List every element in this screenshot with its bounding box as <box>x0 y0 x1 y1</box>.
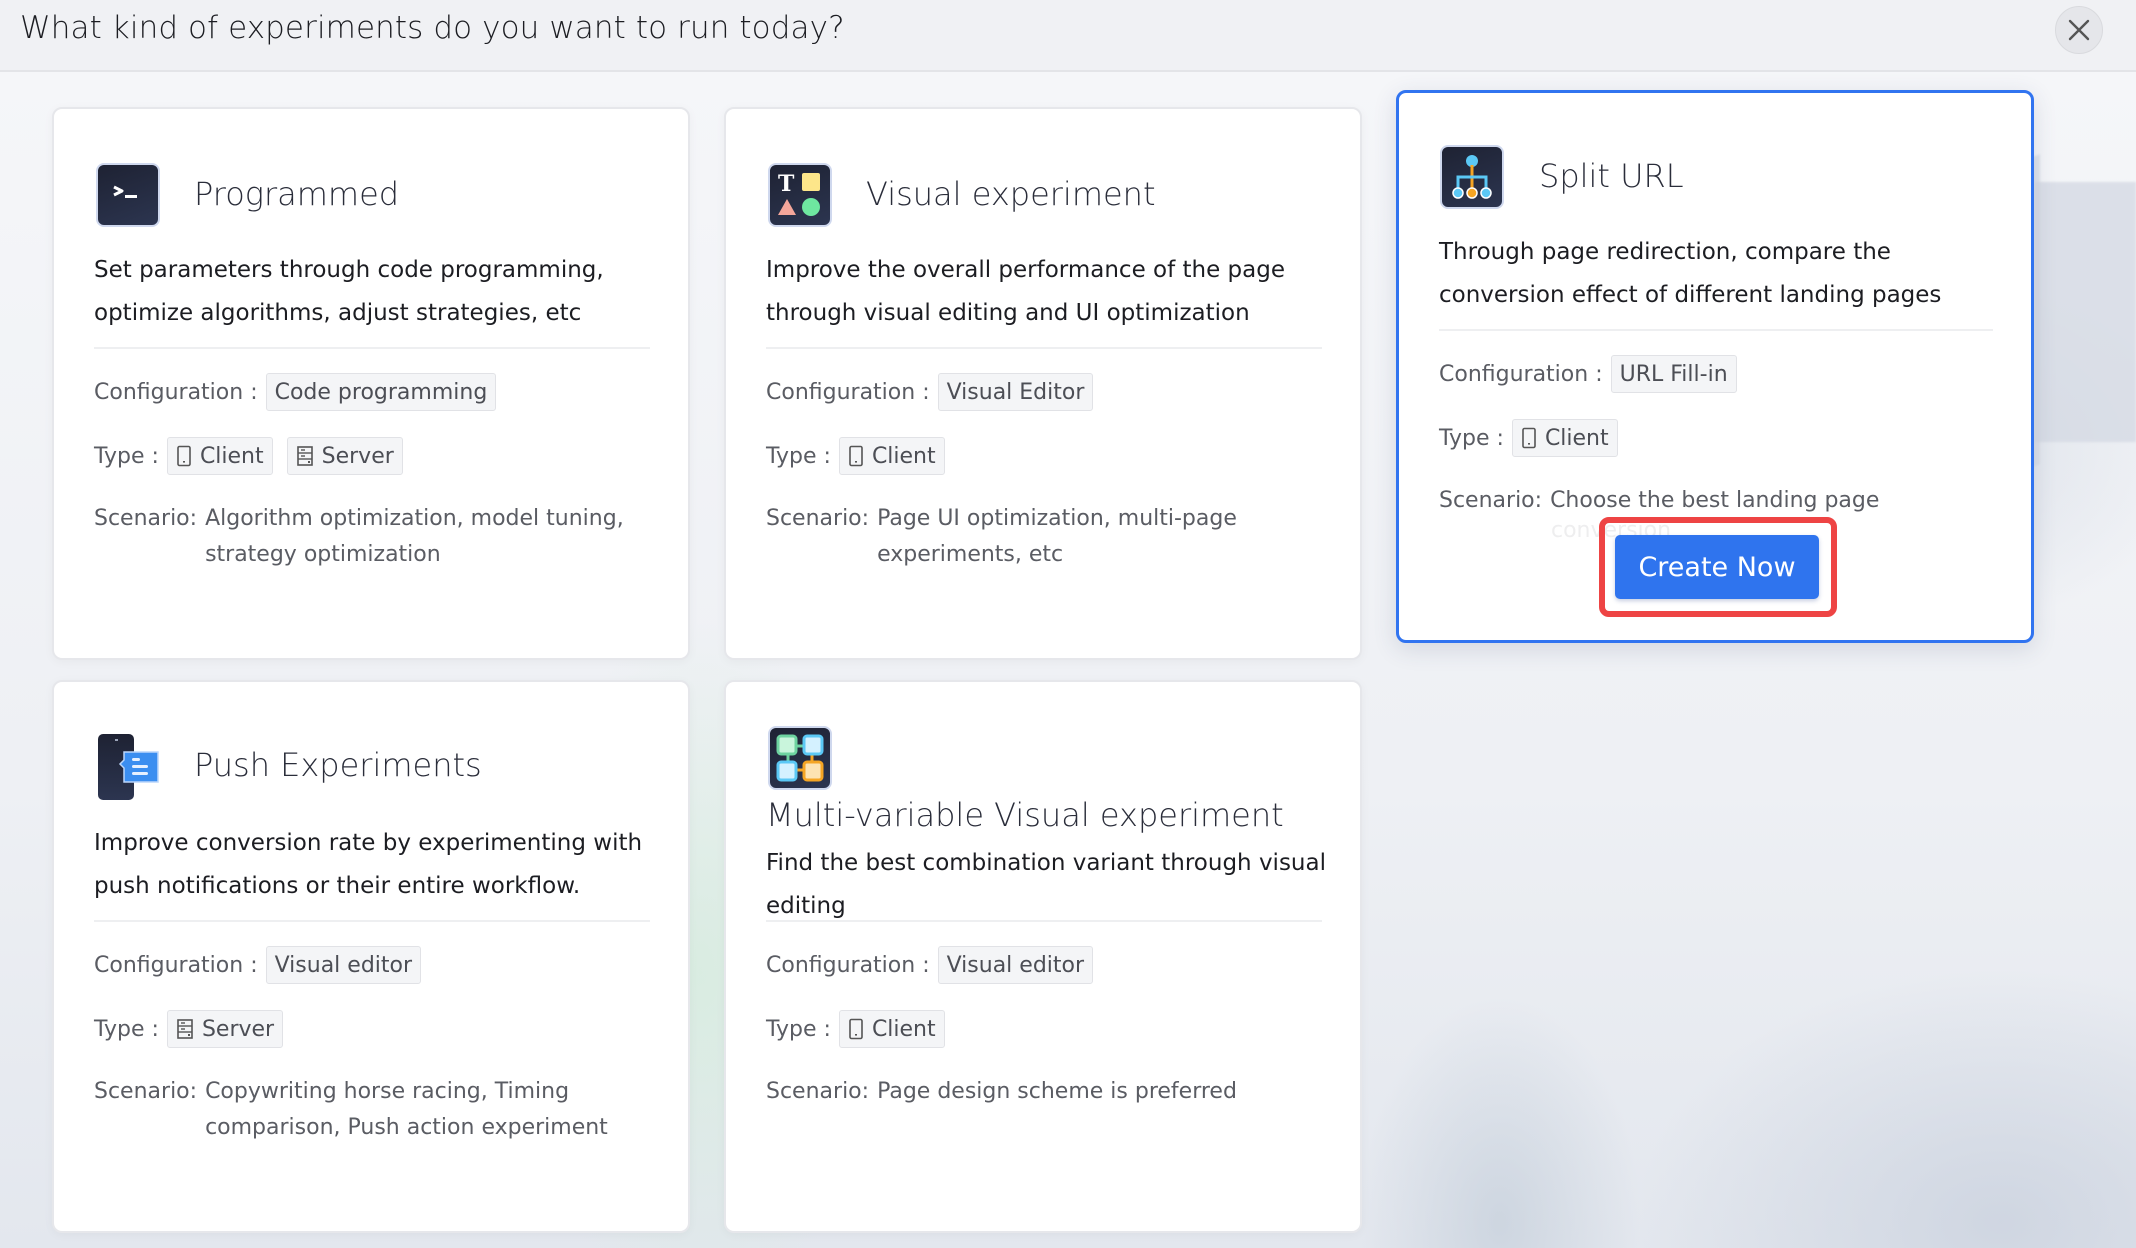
type-label: Type : <box>94 443 159 469</box>
dialog-header: What kind of experiments do you want to … <box>0 0 2136 72</box>
shapes-icon: T <box>768 163 832 227</box>
card-divider <box>94 920 650 922</box>
experiment-card-multi-variable[interactable]: Multi-variable Visual experiment Find th… <box>724 680 1362 1233</box>
configuration-value: Code programming <box>274 379 488 405</box>
scenario-row: Scenario: Algorithm optimization, model … <box>94 501 674 573</box>
svg-text:T: T <box>778 171 795 197</box>
card-title: Visual experiment <box>866 175 1156 213</box>
type-row: Type : Server <box>94 1010 297 1048</box>
multi-variable-grid-icon <box>768 726 832 790</box>
card-divider <box>94 347 650 349</box>
create-now-button[interactable]: Create Now <box>1615 535 1819 599</box>
scenario-row: Scenario: Copywriting horse racing, Timi… <box>94 1074 674 1146</box>
type-row: Type : Client Server <box>94 437 417 475</box>
configuration-label: Configuration : <box>1439 361 1603 387</box>
type-tag-client: Client <box>838 437 945 475</box>
type-row: Type : Client <box>1439 419 1632 457</box>
card-description: Improve the overall performance of the p… <box>766 257 1286 326</box>
configuration-tag: Code programming <box>265 373 497 411</box>
card-divider <box>766 347 1322 349</box>
scenario-row: Scenario: Page UI optimization, multi-pa… <box>766 501 1346 573</box>
scenario-label: Scenario: <box>94 506 198 531</box>
mobile-icon <box>849 445 863 467</box>
scenario-value: Algorithm optimization, model tuning, st… <box>205 506 624 567</box>
configuration-tag: Visual Editor <box>937 373 1094 411</box>
card-divider <box>1439 329 1993 331</box>
type-row: Type : Client <box>766 437 959 475</box>
type-label: Type : <box>766 443 831 469</box>
scenario-label: Scenario: <box>766 506 870 531</box>
card-title: Split URL <box>1539 157 1684 195</box>
type-tag-server: Server <box>166 1010 284 1048</box>
type-value: Server <box>201 1016 275 1042</box>
scenario-label: Scenario: <box>1439 488 1543 513</box>
scenario-row: Scenario: Page design scheme is preferre… <box>766 1074 1346 1110</box>
configuration-label: Configuration : <box>766 952 930 978</box>
scenario-value: Page design scheme is preferred <box>877 1079 1237 1104</box>
card-divider <box>766 920 1322 922</box>
configuration-row: Configuration : URL Fill-in <box>1439 355 1751 393</box>
configuration-value: Visual editor <box>946 952 1085 978</box>
server-icon <box>296 446 313 466</box>
background-cube-shape <box>2035 182 2136 442</box>
configuration-row: Configuration : Visual editor <box>766 946 1107 984</box>
push-notification-icon <box>96 734 160 800</box>
type-value: Client <box>199 443 264 469</box>
experiment-card-split-url[interactable]: Split URL Through page redirection, comp… <box>1396 90 2034 643</box>
scenario-label: Scenario: <box>766 1079 870 1104</box>
type-label: Type : <box>94 1016 159 1042</box>
configuration-row: Configuration : Code programming <box>94 373 510 411</box>
type-tag-client: Client <box>166 437 273 475</box>
configuration-label: Configuration : <box>766 379 930 405</box>
card-description: Through page redirection, compare the co… <box>1439 239 1942 308</box>
configuration-label: Configuration : <box>94 379 258 405</box>
card-description: Improve conversion rate by experimenting… <box>94 830 643 899</box>
configuration-value: Visual editor <box>274 952 413 978</box>
server-icon <box>177 1019 193 1039</box>
dialog-title: What kind of experiments do you want to … <box>20 10 845 46</box>
type-tag-client: Client <box>1511 419 1618 457</box>
scenario-row: Scenario: Choose the best landing page <box>1439 483 2019 519</box>
experiment-card-push[interactable]: Push Experiments Improve conversion rate… <box>52 680 690 1233</box>
type-row: Type : Client <box>766 1010 959 1048</box>
scenario-label: Scenario: <box>94 1079 198 1104</box>
type-value: Client <box>871 443 936 469</box>
configuration-label: Configuration : <box>94 952 258 978</box>
card-title: Programmed <box>194 175 400 213</box>
scenario-value: Copywriting horse racing, Timing compari… <box>205 1079 608 1140</box>
type-label: Type : <box>1439 425 1504 451</box>
type-tag-server: Server <box>286 437 403 475</box>
split-tree-icon <box>1440 145 1504 209</box>
configuration-row: Configuration : Visual editor <box>94 946 435 984</box>
create-now-highlight: Create Now <box>1599 517 1837 617</box>
configuration-row: Configuration : Visual Editor <box>766 373 1107 411</box>
type-value: Server <box>321 443 394 469</box>
card-description: Find the best combination variant throug… <box>766 850 1326 919</box>
configuration-tag: Visual editor <box>265 946 422 984</box>
close-button[interactable] <box>2055 6 2103 54</box>
type-tag-client: Client <box>838 1010 945 1048</box>
configuration-tag: Visual editor <box>937 946 1094 984</box>
configuration-value: URL Fill-in <box>1619 361 1728 387</box>
configuration-tag: URL Fill-in <box>1610 355 1737 393</box>
close-icon <box>2068 19 2090 41</box>
type-value: Client <box>871 1016 936 1042</box>
type-label: Type : <box>766 1016 831 1042</box>
mobile-icon <box>1522 427 1536 449</box>
scenario-value: Choose the best landing page <box>1550 488 1880 513</box>
configuration-value: Visual Editor <box>946 379 1085 405</box>
experiment-card-programmed[interactable]: Programmed Set parameters through code p… <box>52 107 690 660</box>
card-title: Multi-variable Visual experiment <box>766 796 1284 834</box>
card-description: Set parameters through code programming,… <box>94 257 604 326</box>
card-title: Push Experiments <box>194 746 482 784</box>
scenario-value: Page UI optimization, multi-page experim… <box>877 506 1237 567</box>
type-value: Client <box>1544 425 1609 451</box>
mobile-icon <box>177 445 191 467</box>
terminal-icon <box>96 163 160 227</box>
experiment-card-visual[interactable]: T Visual experiment Improve the overall … <box>724 107 1362 660</box>
mobile-icon <box>849 1018 863 1040</box>
